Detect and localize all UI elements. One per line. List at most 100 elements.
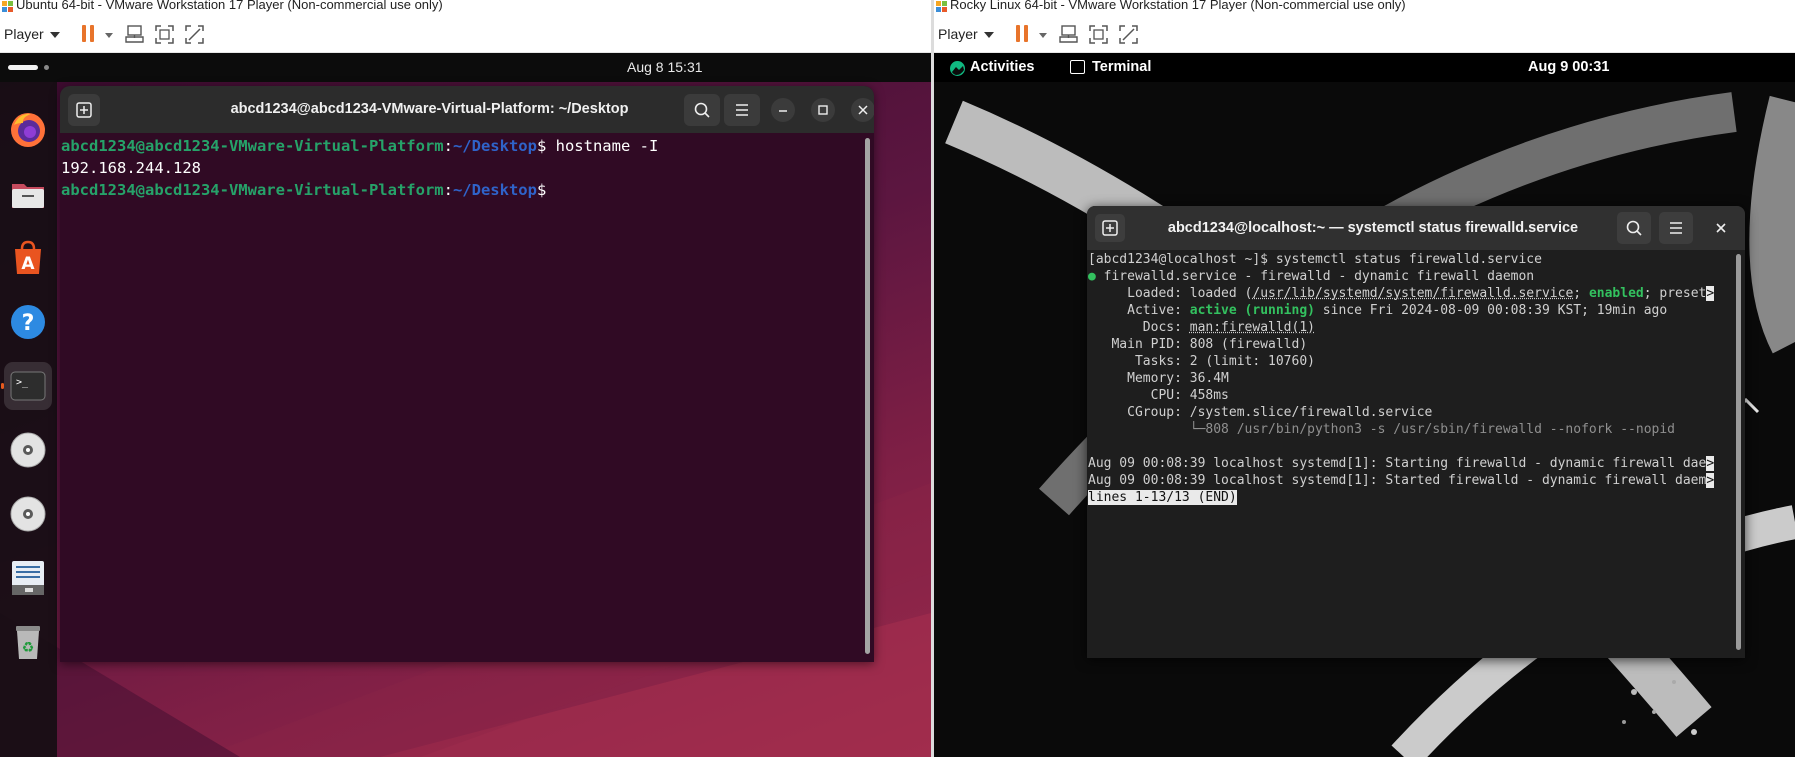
terminal-line: Active: active (running) since Fri 2024-… [1088,303,1668,318]
clock[interactable]: Aug 9 00:31 [1528,59,1609,76]
rocky-desktop[interactable]: Activities Terminal Aug 9 00:31 abcd1234… [934,53,1795,757]
gnome-top-bar: Activities Terminal Aug 9 00:31 [934,53,1795,82]
ubuntu-terminal-window[interactable]: abcd1234@abcd1234-VMware-Virtual-Platfor… [60,86,874,662]
terminal-output[interactable]: abcd1234@abcd1234-VMware-Virtual-Platfor… [60,133,874,662]
dock-item-app-center[interactable]: A [4,234,52,282]
window-title: Rocky Linux 64-bit - VMware Workstation … [950,0,1406,12]
terminal-header-bar[interactable]: abcd1234@abcd1234-VMware-Virtual-Platfor… [60,86,874,133]
menu-button[interactable] [724,94,760,126]
vmware-title-bar: Rocky Linux 64-bit - VMware Workstation … [934,0,1795,15]
dvd-icon [10,432,46,468]
vmware-logo-icon [2,1,14,12]
player-menu-button[interactable]: Player [938,24,978,44]
player-toolbar: Player [0,15,931,53]
new-tab-icon [1102,220,1118,236]
unity-mode-icon[interactable] [1119,25,1138,44]
send-ctrl-alt-del-icon[interactable] [125,25,144,44]
terminal-app-icon[interactable] [1070,60,1085,74]
dock-item-text-editor[interactable] [4,554,52,602]
close-button[interactable] [851,98,874,122]
terminal-title: abcd1234@abcd1234-VMware-Virtual-Platfor… [230,101,629,117]
clock[interactable]: Aug 8 15:31 [627,59,703,76]
hamburger-menu-icon [736,104,748,116]
scrollbar[interactable] [865,138,870,654]
search-button[interactable] [1617,212,1651,244]
running-indicator [1,383,4,389]
ubuntu-desktop[interactable]: Aug 8 15:31 A ? >_ ♻ abcd1234@abcd1234-V… [0,53,931,757]
terminal-icon: >_ [10,371,46,401]
chevron-down-icon[interactable] [1039,33,1047,38]
scrollbar[interactable] [1736,254,1741,650]
chevron-down-icon[interactable] [105,33,113,38]
terminal-header-bar[interactable]: abcd1234@localhost:~ — systemctl status … [1087,206,1745,250]
fullscreen-icon[interactable] [155,25,174,44]
pause-icon[interactable] [82,25,94,42]
terminal-title: abcd1234@localhost:~ — systemctl status … [1167,220,1579,236]
close-button[interactable] [1705,212,1737,244]
pause-icon[interactable] [1016,25,1028,42]
svg-text:?: ? [22,311,35,336]
terminal-line: Loaded: loaded (/usr/lib/systemd/system/… [1088,286,1715,301]
text-editor-icon [12,561,44,595]
app-menu-terminal[interactable]: Terminal [1092,59,1151,76]
terminal-line: [abcd1234@localhost ~]$ systemctl status… [1088,252,1542,267]
minimize-icon [779,110,787,112]
help-icon: ? [11,305,45,339]
ubuntu-top-bar: Aug 8 15:31 [0,53,931,82]
hamburger-menu-icon [1670,222,1682,234]
app-center-icon: A [15,240,41,274]
chevron-down-icon[interactable] [50,32,60,38]
terminal-line: CPU: 458ms [1088,388,1229,403]
player-toolbar: Player [934,15,1795,53]
dvd-icon [10,496,46,532]
vmware-window-rocky: Rocky Linux 64-bit - VMware Workstation … [934,0,1795,757]
new-tab-icon [76,102,92,118]
workspace-dot[interactable] [44,65,49,70]
ubuntu-dock: A ? >_ ♻ [0,82,57,757]
search-button[interactable] [684,94,720,126]
close-icon [1716,223,1726,233]
terminal-line: Tasks: 2 (limit: 10760) [1088,354,1315,369]
rocky-logo-icon [950,61,965,76]
terminal-output[interactable]: [abcd1234@localhost ~]$ systemctl status… [1087,250,1745,658]
svg-text:♻: ♻ [22,640,35,656]
fullscreen-icon[interactable] [1089,25,1108,44]
dock-item-dvd-1[interactable] [4,426,52,474]
terminal-line: CGroup: /system.slice/firewalld.service [1088,405,1433,420]
terminal-line: └─808 /usr/bin/python3 -s /usr/sbin/fire… [1088,422,1675,437]
terminal-line: Main PID: 808 (firewalld) [1088,337,1308,352]
activities-button[interactable]: Activities [970,59,1034,76]
new-tab-button[interactable] [68,94,100,126]
terminal-line: Docs: man:firewalld(1) [1088,320,1315,335]
dock-item-trash[interactable]: ♻ [4,618,52,666]
new-tab-button[interactable] [1095,214,1125,242]
dock-item-files[interactable] [4,170,52,218]
search-icon [694,102,710,118]
dock-item-dvd-2[interactable] [4,490,52,538]
terminal-line: ● firewalld.service - firewalld - dynami… [1088,269,1535,284]
close-icon [858,105,868,115]
firefox-icon [11,113,45,147]
rocky-terminal-window[interactable]: abcd1234@localhost:~ — systemctl status … [1087,206,1745,658]
send-ctrl-alt-del-icon[interactable] [1059,25,1078,44]
vmware-logo-icon [936,1,948,12]
search-icon [1626,220,1642,236]
chevron-down-icon[interactable] [984,32,994,38]
files-icon [12,184,44,208]
dock-item-terminal[interactable]: >_ [4,362,52,410]
activities-indicator[interactable] [8,65,38,70]
dock-item-firefox[interactable] [4,106,52,154]
terminal-line: abcd1234@abcd1234-VMware-Virtual-Platfor… [61,181,547,199]
unity-mode-icon[interactable] [185,25,204,44]
dock-item-help[interactable]: ? [4,298,52,346]
terminal-line: 192.168.244.128 [61,159,201,177]
maximize-button[interactable] [811,98,835,122]
vmware-window-ubuntu: Ubuntu 64-bit - VMware Workstation 17 Pl… [0,0,931,757]
trash-icon: ♻ [16,626,40,659]
window-title: Ubuntu 64-bit - VMware Workstation 17 Pl… [16,0,443,12]
menu-button[interactable] [1659,212,1693,244]
terminal-line: abcd1234@abcd1234-VMware-Virtual-Platfor… [61,137,659,155]
minimize-button[interactable] [771,98,795,122]
player-menu-button[interactable]: Player [4,24,44,44]
